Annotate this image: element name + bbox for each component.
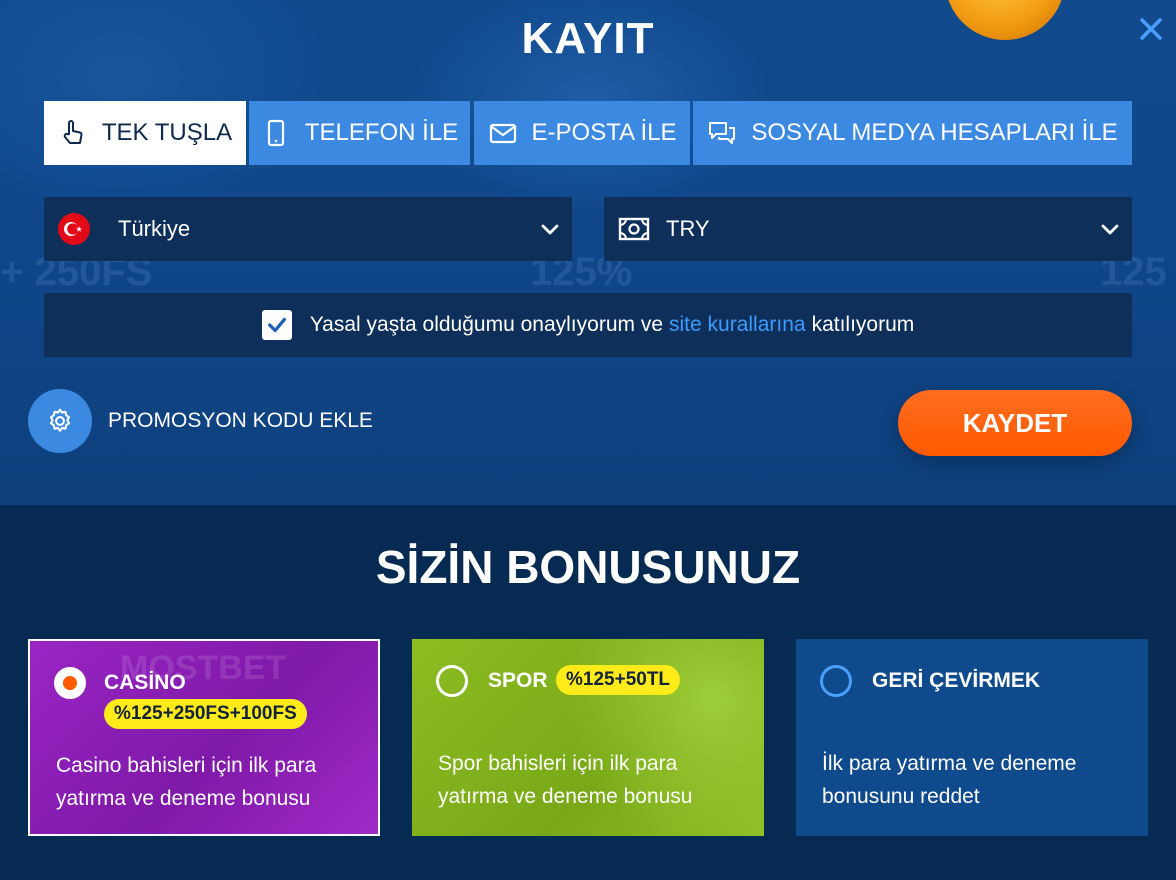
bonus-section-title: SİZİN BONUSUNUZ [375, 541, 801, 593]
chat-bubbles-icon [709, 122, 736, 144]
phone-icon [267, 119, 284, 147]
country-select[interactable]: Türkiye [44, 197, 572, 261]
radio-selected[interactable] [54, 667, 86, 699]
gear-icon [49, 408, 71, 432]
bonus-option-casino[interactable]: MOSTBET CASİNO %125+250FS+100FS Casino b… [28, 639, 380, 836]
currency-select[interactable]: TRY [604, 197, 1132, 261]
tab-phone[interactable]: TELEFON İLE [249, 101, 470, 165]
bonus-badge: %125+250FS+100FS [104, 699, 307, 729]
modal-title: KAYIT [521, 14, 655, 63]
envelope-icon [489, 123, 516, 144]
close-button[interactable] [1136, 14, 1166, 44]
promo-icon-circle [28, 389, 92, 453]
bonus-description: İlk para yatırma ve deneme bonusunu redd… [822, 752, 1077, 808]
tab-label: TELEFON İLE [304, 119, 459, 146]
tab-label: TEK TUŞLA [101, 119, 233, 146]
tab-email[interactable]: E-POSTA İLE [474, 101, 690, 165]
site-rules-link[interactable]: site kurallarına [669, 313, 806, 337]
radio-unselected[interactable] [436, 665, 468, 697]
save-button[interactable]: KAYDET [898, 390, 1132, 456]
bonus-option-decline[interactable]: GERİ ÇEVİRMEK İlk para yatırma ve deneme… [796, 639, 1148, 836]
bonus-badge: %125+50TL [556, 665, 681, 695]
bonus-option-name: CASİNO [104, 671, 186, 694]
hand-pointer-icon [63, 120, 83, 144]
bonus-option-name: SPOR [488, 669, 548, 692]
bonus-description: Casino bahisleri için ilk para yatırma v… [56, 754, 317, 810]
tab-label: SOSYAL MEDYA HESAPLARI İLE [751, 119, 1118, 146]
radio-unselected[interactable] [820, 665, 852, 697]
close-icon [1140, 18, 1162, 40]
tab-social-media[interactable]: SOSYAL MEDYA HESAPLARI İLE [693, 101, 1132, 165]
banknote-icon [618, 217, 650, 241]
bonus-option-sport[interactable]: SPOR %125+50TL Spor bahisleri için ilk p… [412, 639, 764, 836]
terms-checkbox[interactable] [261, 310, 292, 340]
bonus-description: Spor bahisleri için ilk para yatırma ve … [438, 752, 693, 808]
terms-text-before: Yasal yaşta olduğumu onaylıyorum ve [309, 313, 664, 336]
tab-label: E-POSTA İLE [531, 119, 677, 146]
currency-value: TRY [666, 216, 710, 241]
terms-text-after: katılıyorum [811, 313, 915, 336]
promo-label: PROMOSYON KODU EKLE [108, 409, 373, 432]
tab-one-click[interactable]: TEK TUŞLA [44, 101, 246, 165]
checkmark-icon [267, 317, 286, 333]
chevron-down-icon [1101, 224, 1119, 235]
terms-agreement: Yasal yaşta olduğumu onaylıyorum ve site… [44, 293, 1132, 357]
add-promo-code-button[interactable]: PROMOSYON KODU EKLE [28, 389, 373, 453]
country-value: Türkiye [118, 216, 191, 241]
chevron-down-icon [541, 224, 559, 235]
bonus-option-name: GERİ ÇEVİRMEK [872, 669, 1041, 692]
turkey-flag-icon [58, 213, 90, 245]
